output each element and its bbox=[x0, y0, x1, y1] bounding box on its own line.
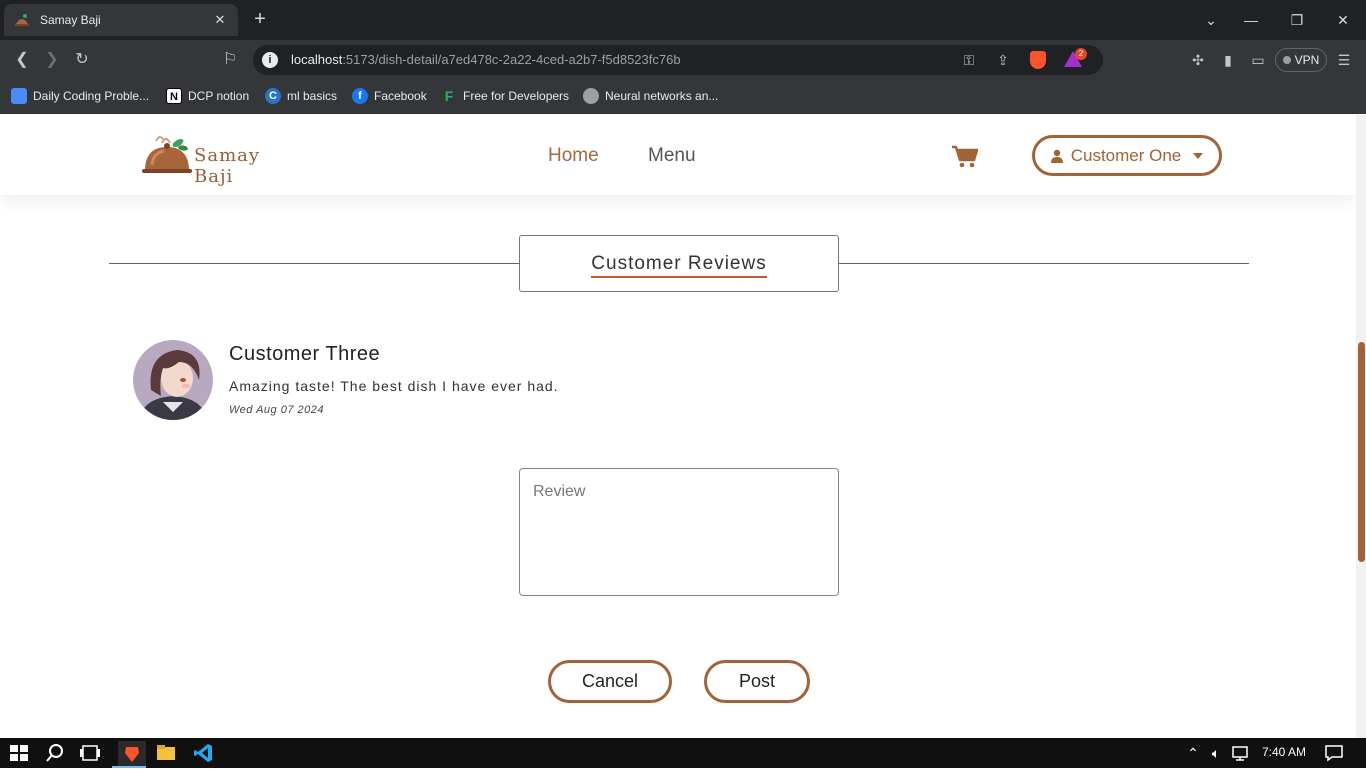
tray-chevron-icon[interactable]: ⌃ bbox=[1182, 742, 1204, 764]
menu-icon[interactable]: ☰ bbox=[1333, 49, 1355, 71]
cloche-favicon-icon bbox=[15, 14, 29, 26]
share-icon[interactable]: ⇪ bbox=[992, 49, 1014, 71]
tab-search-icon[interactable]: ⌄ bbox=[1197, 6, 1225, 34]
reload-icon[interactable]: ↻ bbox=[70, 48, 94, 72]
site-info-icon[interactable]: i bbox=[262, 52, 278, 68]
brave-taskbar-button[interactable] bbox=[118, 741, 146, 767]
notion-icon: N bbox=[166, 88, 182, 104]
network-icon[interactable] bbox=[1229, 742, 1251, 764]
extensions-icon[interactable]: ✣ bbox=[1187, 49, 1209, 71]
user-icon bbox=[1050, 149, 1063, 163]
browser-tab-strip: Samay Baji ✕ + ⌄ — ❐ ✕ bbox=[0, 0, 1366, 40]
bookmark-item[interactable]: Neural networks an... bbox=[583, 87, 718, 105]
nav-home-link[interactable]: Home bbox=[548, 145, 599, 167]
bookmark-item[interactable]: Cml basics bbox=[265, 87, 337, 105]
bookmark-label: Facebook bbox=[374, 89, 427, 103]
reviewer-avatar bbox=[133, 340, 213, 420]
scrollbar-thumb[interactable] bbox=[1358, 342, 1365, 562]
site-logo[interactable]: Samay Baji bbox=[142, 131, 302, 187]
bookmark-item[interactable]: f Facebook bbox=[352, 87, 427, 105]
new-tab-icon[interactable]: + bbox=[250, 8, 270, 32]
bookmark-item[interactable]: N DCP notion bbox=[166, 87, 249, 105]
f-icon: F bbox=[444, 88, 454, 104]
brave-shields-icon[interactable] bbox=[1030, 51, 1046, 69]
post-button[interactable]: Post bbox=[704, 660, 810, 703]
vpn-label: VPN bbox=[1294, 53, 1320, 67]
section-title: Customer Reviews bbox=[591, 253, 767, 278]
tab-title: Samay Baji bbox=[40, 13, 101, 27]
bookmark-item[interactable]: Daily Coding Proble... bbox=[11, 87, 149, 105]
cart-icon[interactable] bbox=[951, 145, 979, 169]
nav-menu-link[interactable]: Menu bbox=[648, 145, 696, 167]
url-text[interactable]: localhost:5173/dish-detail/a7ed478c-2a22… bbox=[291, 52, 681, 67]
volume-icon[interactable]: 🔈︎ bbox=[1205, 742, 1227, 764]
url-path: :5173/dish-detail/a7ed478c-2a22-4ced-a2b… bbox=[342, 52, 681, 67]
review-input[interactable] bbox=[519, 468, 839, 596]
brave-icon bbox=[125, 747, 139, 762]
globe-icon bbox=[583, 88, 599, 104]
forward-icon[interactable]: ❯ bbox=[40, 48, 64, 72]
web-page: Samay Baji Home Menu Customer One Custom… bbox=[0, 115, 1356, 738]
bookmark-label: Daily Coding Proble... bbox=[33, 89, 150, 103]
bookmark-label: DCP notion bbox=[188, 89, 250, 103]
bookmark-item[interactable]: F Free for Developers bbox=[441, 87, 569, 105]
search-icon[interactable] bbox=[44, 742, 66, 764]
key-icon[interactable]: ⚿ bbox=[958, 49, 980, 71]
windows-start-icon[interactable] bbox=[8, 742, 30, 764]
anime-avatar-icon bbox=[133, 340, 213, 420]
tab-close-icon[interactable]: ✕ bbox=[212, 12, 228, 28]
close-window-icon[interactable]: ✕ bbox=[1329, 6, 1357, 34]
review-date: Wed Aug 07 2024 bbox=[229, 404, 324, 416]
minimize-icon[interactable]: — bbox=[1237, 6, 1265, 34]
wallet-icon[interactable]: ▭ bbox=[1247, 49, 1269, 71]
taskbar-clock[interactable]: 7:40 AM bbox=[1262, 745, 1306, 759]
cancel-button[interactable]: Cancel bbox=[548, 660, 672, 703]
restore-icon[interactable]: ❐ bbox=[1283, 6, 1311, 34]
coursera-icon: C bbox=[265, 88, 281, 104]
puzzle-icon bbox=[11, 88, 27, 104]
caret-down-icon bbox=[1193, 152, 1204, 159]
notification-icon[interactable] bbox=[1323, 742, 1345, 764]
user-name: Customer One bbox=[1070, 145, 1182, 165]
brand-name: Samay Baji bbox=[194, 145, 261, 187]
user-menu-button[interactable]: Customer One bbox=[1032, 135, 1222, 176]
vpn-button[interactable]: VPN bbox=[1275, 48, 1327, 72]
vpn-status-icon bbox=[1282, 56, 1291, 64]
url-host: localhost bbox=[291, 52, 343, 67]
bookmark-label: ml basics bbox=[287, 89, 338, 103]
file-explorer-icon[interactable] bbox=[155, 742, 177, 764]
browser-tab[interactable]: Samay Baji ✕ bbox=[4, 4, 238, 36]
reviewer-name: Customer Three bbox=[229, 343, 381, 365]
vscode-icon[interactable] bbox=[192, 742, 214, 764]
section-heading-box: Customer Reviews bbox=[519, 235, 839, 292]
review-text: Amazing taste! The best dish I have ever… bbox=[229, 378, 559, 394]
cloche-logo-icon bbox=[142, 136, 192, 173]
sidebar-icon[interactable]: ▮ bbox=[1217, 49, 1239, 71]
facebook-icon: f bbox=[352, 88, 368, 104]
bookmark-label: Neural networks an... bbox=[605, 89, 719, 103]
site-header: Samay Baji Home Menu Customer One bbox=[0, 115, 1356, 195]
back-icon[interactable]: ❮ bbox=[10, 48, 34, 72]
rewards-badge: 2 bbox=[1075, 48, 1087, 60]
task-view-icon[interactable] bbox=[79, 742, 101, 764]
bookmark-icon[interactable]: ⚐ bbox=[218, 48, 242, 72]
bookmark-label: Free for Developers bbox=[463, 89, 570, 103]
